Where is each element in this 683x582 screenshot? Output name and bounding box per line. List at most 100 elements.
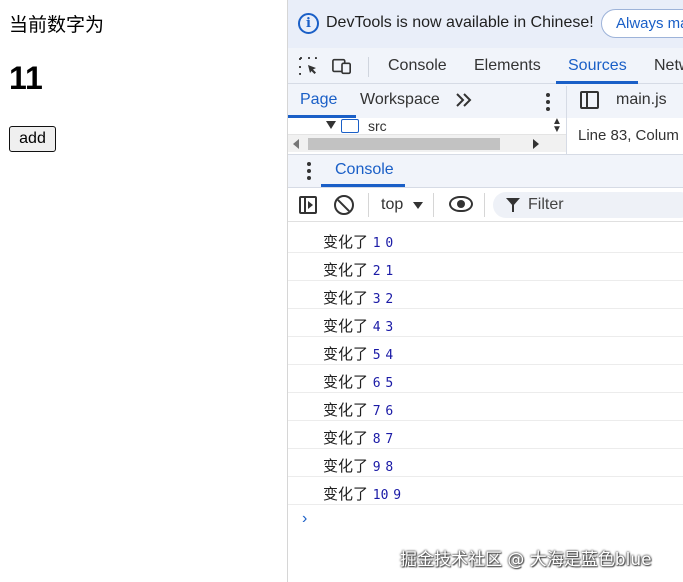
pane-divider	[566, 86, 567, 156]
devtools-panel: i DevTools is now available in Chinese! …	[287, 0, 683, 582]
log-label: 变化了	[323, 401, 369, 419]
inspect-element-icon[interactable]	[299, 57, 319, 75]
log-old-value: 2	[385, 292, 394, 307]
log-label: 变化了	[323, 373, 369, 391]
console-prompt[interactable]: ›	[302, 510, 307, 528]
device-toolbar-icon[interactable]	[332, 57, 352, 75]
toolbar-divider	[368, 57, 369, 77]
console-log-message: 变化了 3 2	[323, 287, 393, 308]
log-old-value: 3	[385, 320, 394, 335]
console-log-row: 变化了 7 6	[288, 393, 683, 421]
log-label: 变化了	[323, 457, 369, 475]
log-old-value: 1	[385, 264, 394, 279]
log-label: 变化了	[323, 261, 369, 279]
scrollbar-thumb[interactable]	[308, 138, 500, 150]
web-page: 当前数字为 11 add	[0, 0, 287, 582]
console-log-row: 变化了 9 8	[288, 449, 683, 477]
log-new-value: 8	[372, 432, 381, 447]
log-old-value: 4	[385, 348, 394, 363]
console-log-message: 变化了 9 8	[323, 455, 393, 476]
expand-arrow-icon[interactable]	[326, 121, 336, 129]
log-old-value: 0	[385, 236, 394, 251]
log-new-value: 5	[372, 348, 381, 363]
add-button[interactable]: add	[9, 126, 56, 152]
console-log-message: 变化了 7 6	[323, 399, 393, 420]
console-log-message: 变化了 2 1	[323, 259, 393, 280]
log-new-value: 3	[372, 292, 381, 307]
console-log-message: 变化了 6 5	[323, 371, 393, 392]
vertical-scroll-arrows[interactable]: ▲ ▼	[552, 117, 562, 135]
tree-item-src[interactable]: src	[288, 118, 566, 134]
log-new-value: 2	[372, 264, 381, 279]
tab-sources[interactable]: Sources	[568, 57, 627, 75]
scroll-left-icon[interactable]	[293, 139, 299, 149]
log-old-value: 7	[385, 432, 394, 447]
console-log-message: 变化了 4 3	[323, 315, 393, 336]
more-tabs-chevron-icon[interactable]	[455, 92, 473, 108]
log-new-value: 4	[372, 320, 381, 335]
scroll-right-icon[interactable]	[533, 139, 539, 149]
folder-icon	[341, 119, 359, 133]
log-new-value: 7	[372, 404, 381, 419]
log-label: 变化了	[323, 233, 369, 251]
console-log-message: 变化了 10 9	[323, 483, 401, 504]
log-label: 变化了	[323, 345, 369, 363]
always-match-language-button[interactable]: Always ma	[601, 9, 683, 38]
file-tab-main-js[interactable]: main.js	[616, 91, 667, 109]
log-old-value: 9	[393, 488, 402, 503]
log-new-value: 6	[372, 376, 381, 391]
tab-console[interactable]: Console	[388, 57, 447, 75]
cursor-position: Line 83, Colum	[578, 127, 679, 144]
log-old-value: 6	[385, 404, 394, 419]
log-old-value: 5	[385, 376, 394, 391]
console-log-row: 变化了 3 2	[288, 281, 683, 309]
log-label: 变化了	[323, 317, 369, 335]
log-label: 变化了	[323, 289, 369, 307]
log-new-value: 1	[372, 236, 381, 251]
console-sidebar-icon[interactable]	[299, 196, 317, 214]
log-label: 变化了	[323, 485, 369, 503]
live-expression-eye-icon[interactable]	[449, 196, 473, 212]
drawer-tab-indicator	[321, 184, 405, 187]
toolbar-divider	[368, 193, 369, 217]
console-log-message: 变化了 5 4	[323, 343, 393, 364]
filter-placeholder: Filter	[528, 196, 564, 213]
console-log-message: 变化了 8 7	[323, 427, 393, 448]
context-selector[interactable]: top	[381, 196, 403, 214]
log-old-value: 8	[385, 460, 394, 475]
log-label: 变化了	[323, 429, 369, 447]
console-log-row: 变化了 5 4	[288, 337, 683, 365]
console-log-row: 变化了 1 0	[288, 225, 683, 253]
tab-elements[interactable]: Elements	[474, 57, 541, 75]
console-log-row: 变化了 2 1	[288, 253, 683, 281]
console-log-row: 变化了 10 9	[288, 477, 683, 505]
console-log-row: 变化了 8 7	[288, 421, 683, 449]
infobar-message: DevTools is now available in Chinese!	[326, 14, 594, 31]
filter-icon	[506, 198, 520, 212]
language-infobar: i DevTools is now available in Chinese! …	[288, 0, 683, 48]
navigator-more-icon[interactable]	[546, 93, 550, 114]
filter-input[interactable]	[493, 192, 683, 218]
tab-network[interactable]: Netw	[654, 57, 683, 75]
log-new-value: 10	[372, 488, 389, 503]
clear-console-icon[interactable]	[334, 195, 354, 215]
console-log-message: 变化了 1 0	[323, 231, 393, 252]
current-number: 11	[9, 60, 43, 96]
info-icon: i	[298, 13, 319, 34]
console-log-row: 变化了 4 3	[288, 309, 683, 337]
toolbar-divider	[484, 193, 485, 217]
console-log-row: 变化了 6 5	[288, 365, 683, 393]
number-label: 当前数字为	[9, 14, 105, 36]
horizontal-scrollbar[interactable]	[288, 134, 566, 152]
watermark: 掘金技术社区 @ 大海是蓝色blue	[400, 550, 652, 570]
log-new-value: 9	[372, 460, 381, 475]
tab-workspace[interactable]: Workspace	[360, 91, 440, 109]
drawer-more-icon[interactable]	[307, 162, 311, 183]
toolbar-divider	[433, 193, 434, 217]
toggle-navigator-icon[interactable]	[580, 91, 599, 109]
tree-item-label: src	[368, 118, 387, 134]
drawer-tab-console[interactable]: Console	[335, 161, 394, 179]
main-tab-strip: Console Elements Sources Netw	[288, 48, 683, 84]
tab-page[interactable]: Page	[300, 91, 337, 109]
chevron-down-icon[interactable]	[413, 202, 423, 209]
